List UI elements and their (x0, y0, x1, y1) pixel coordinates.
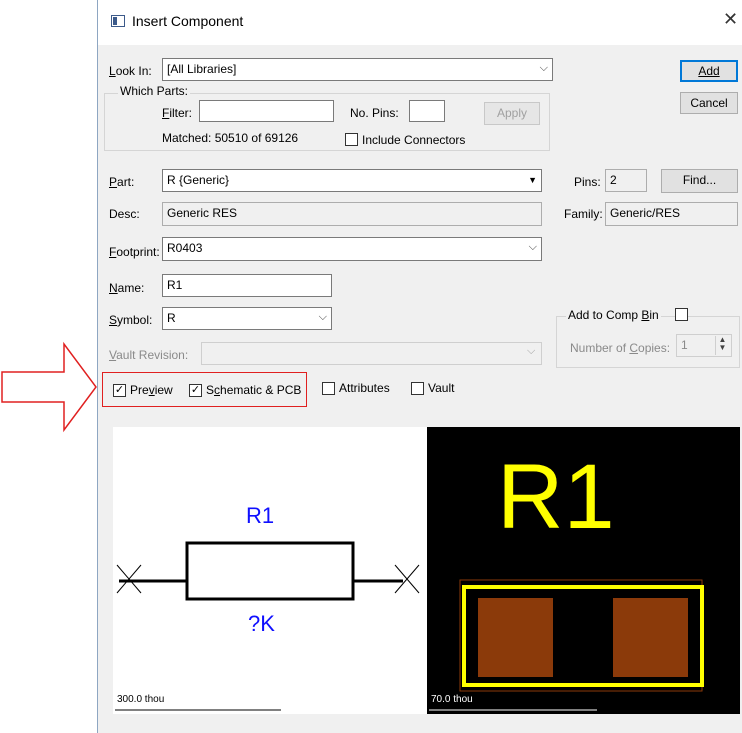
include-connectors-label: Include Connectors (362, 133, 466, 147)
annotation-arrow-icon (1, 341, 97, 433)
chevron-down-icon: ⌵ (528, 241, 537, 253)
look-in-label: Look In: (109, 64, 152, 78)
preview-label: Preview (130, 383, 173, 397)
dropdown-arrow-icon: ▼ (528, 175, 537, 185)
resistor-symbol-icon (115, 541, 420, 711)
close-icon[interactable]: ✕ (723, 10, 738, 28)
schematic-designator: R1 (246, 503, 275, 528)
schematic-scale: 300.0 thou (117, 694, 165, 705)
which-parts-label: Which Parts: (118, 84, 191, 98)
cancel-button[interactable]: Cancel (680, 92, 738, 114)
filter-label: Filter: (162, 106, 193, 120)
part-dropdown[interactable]: R {Generic} ▼ (162, 169, 542, 192)
preview-checkbox[interactable]: ✓ (113, 384, 126, 397)
pins-value: 2 (605, 169, 647, 192)
pcb-preview: R1 70.0 thou (427, 427, 740, 714)
desc-label: Desc: (109, 207, 140, 221)
filter-input[interactable] (199, 100, 334, 122)
attributes-label: Attributes (339, 381, 390, 395)
symbol-value: R (167, 311, 176, 325)
name-input[interactable]: R1 (162, 274, 332, 297)
pcb-designator: R1 (497, 446, 615, 548)
find-button[interactable]: Find... (661, 169, 738, 193)
include-connectors-checkbox[interactable] (345, 133, 358, 146)
schematic-pcb-checkbox[interactable]: ✓ (189, 384, 202, 397)
matched-count: Matched: 50510 of 69126 (162, 131, 299, 145)
look-in-value: [All Libraries] (167, 62, 237, 76)
family-value: Generic/RES (605, 202, 738, 226)
part-label: Part: (109, 175, 135, 189)
vault-label: Vault (428, 381, 455, 395)
add-button-label: Add (698, 64, 720, 78)
desc-value: Generic RES (162, 202, 542, 226)
apply-button[interactable]: Apply (484, 102, 540, 125)
footprint-dropdown[interactable]: R0403 ⌵ (162, 237, 542, 261)
look-in-dropdown[interactable]: [All Libraries] ⌵ (162, 58, 553, 81)
symbol-label: Symbol: (109, 313, 153, 327)
add-button[interactable]: Add (680, 60, 738, 82)
symbol-dropdown[interactable]: R ⌵ (162, 307, 332, 330)
pins-label: Pins: (574, 175, 601, 189)
pcb-scale: 70.0 thou (431, 694, 473, 705)
add-to-comp-bin-label: Add to Comp Bin (566, 308, 661, 322)
schematic-value: ?K (248, 611, 275, 636)
chevron-down-icon: ⌵ (527, 345, 536, 357)
schematic-pcb-label: Schematic & PCB (206, 383, 302, 397)
dialog-title: Insert Component (132, 13, 244, 29)
chevron-down-icon: ⌵ (318, 311, 327, 323)
footprint-value: R0403 (167, 241, 203, 255)
vault-checkbox[interactable] (411, 382, 424, 395)
title-bar: Insert Component ✕ (98, 0, 742, 45)
chevron-down-icon: ⌵ (539, 62, 548, 74)
footprint-label: Footprint: (109, 245, 160, 259)
vault-revision-dropdown[interactable] (201, 342, 542, 365)
add-to-comp-bin-checkbox[interactable] (675, 308, 688, 321)
part-value: R {Generic} (167, 173, 230, 187)
family-label: Family: (564, 207, 603, 221)
app-icon (111, 15, 125, 27)
schematic-preview: R1 ?K 300.0 thou (113, 427, 427, 714)
vault-revision-label: Vault Revision: (109, 348, 189, 362)
attributes-checkbox[interactable] (322, 382, 335, 395)
no-pins-label: No. Pins: (350, 106, 399, 120)
name-label: Name: (109, 281, 145, 295)
no-pins-input[interactable] (409, 100, 445, 122)
